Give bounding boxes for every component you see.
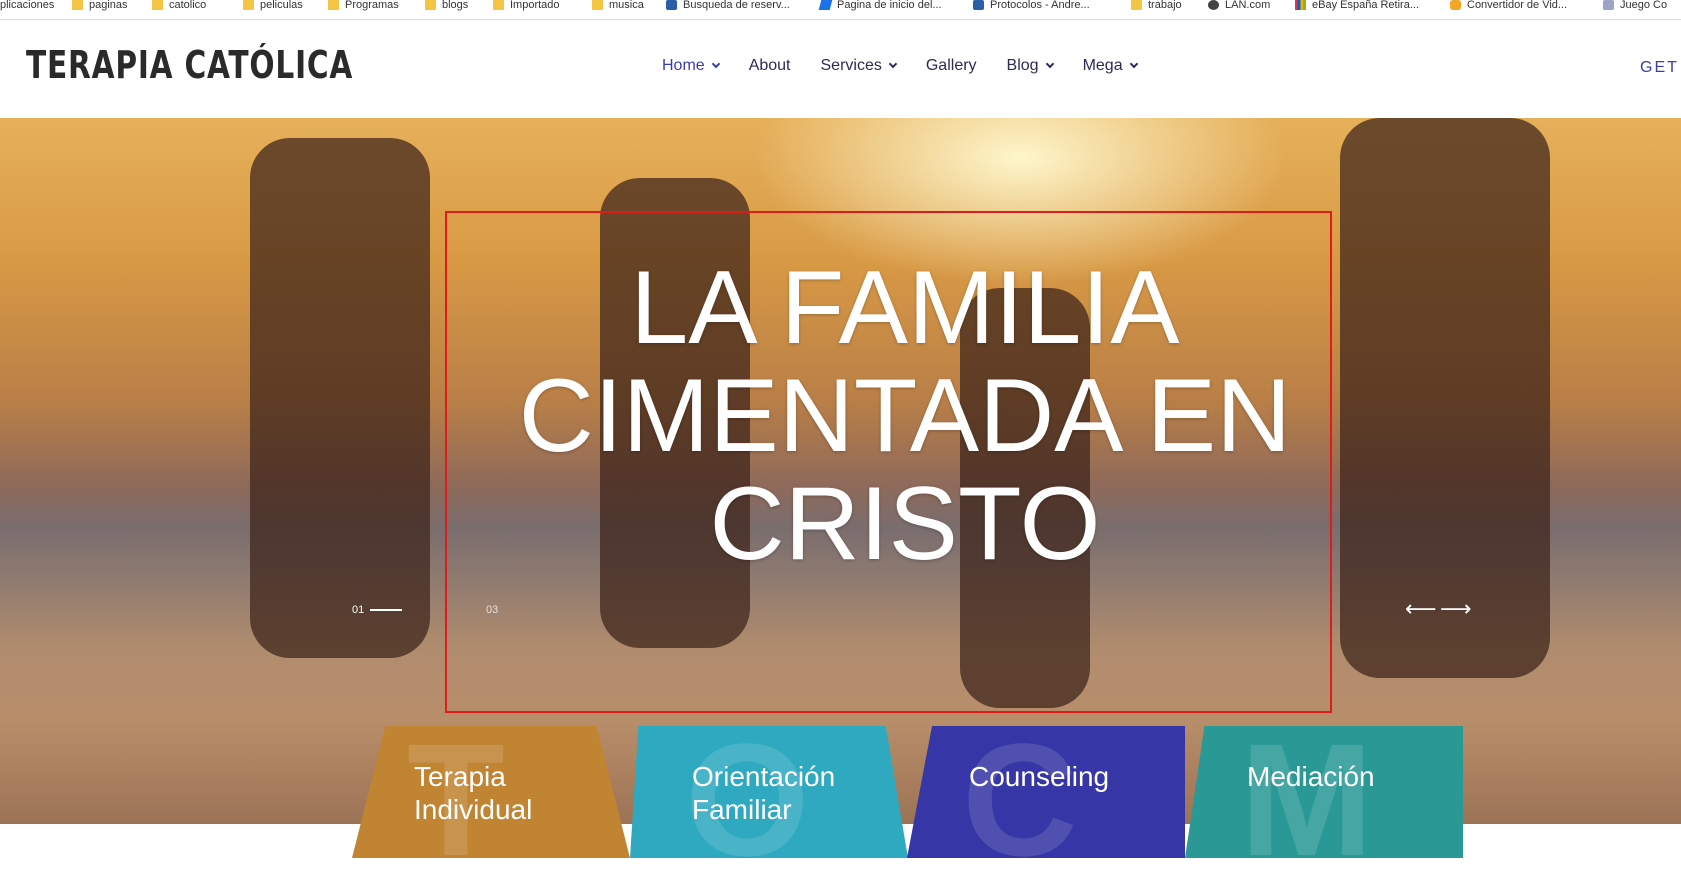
service-tab-counseling[interactable]: C Counseling — [907, 726, 1185, 858]
site-icon — [973, 0, 984, 10]
get-button[interactable]: GET — [1640, 59, 1679, 77]
site-header: TERAPIA CATÓLICA Home About Services Gal… — [0, 21, 1681, 118]
nav-home[interactable]: Home — [662, 57, 720, 75]
bookmark-juego[interactable]: Juego Co — [1603, 0, 1667, 14]
bookmark-importado[interactable]: Importado — [493, 0, 560, 14]
nav-gallery[interactable]: Gallery — [926, 57, 977, 75]
bookmark-trabajo[interactable]: trabajo — [1131, 0, 1182, 14]
bookmark-blogs[interactable]: blogs — [425, 0, 468, 14]
slide-indicator-total[interactable]: 03 — [486, 604, 498, 616]
hero-slider: LA FAMILIA CIMENTADA EN CRISTO 01 03 ⟵ ⟶ — [0, 118, 1681, 824]
service-tab-terapia-individual[interactable]: T Terapia Individual — [352, 726, 630, 858]
bookmark-apps[interactable]: plicaciones — [0, 0, 54, 14]
service-tab-mediacion[interactable]: M Mediación — [1185, 726, 1463, 858]
folder-icon — [1131, 0, 1142, 10]
converter-icon — [1450, 0, 1461, 10]
bookmark-lan[interactable]: LAN.com — [1208, 0, 1270, 14]
main-nav: Home About Services Gallery Blog Mega — [662, 57, 1167, 75]
chevron-down-icon — [888, 59, 898, 69]
prev-arrow-icon[interactable]: ⟵ — [1405, 598, 1437, 620]
nav-mega[interactable]: Mega — [1083, 57, 1138, 75]
folder-icon — [328, 0, 339, 10]
folder-icon — [243, 0, 254, 10]
bookmark-convertidor[interactable]: Convertidor de Vid... — [1450, 0, 1567, 14]
hero-figure-father — [250, 138, 430, 658]
folder-icon — [72, 0, 83, 10]
nav-blog[interactable]: Blog — [1007, 57, 1054, 75]
service-tab-label: Counseling — [969, 761, 1110, 792]
bookmark-programas[interactable]: Programas — [328, 0, 399, 14]
hero-title: LA FAMILIA CIMENTADA EN CRISTO — [440, 254, 1370, 578]
service-tab-label: Terapia Individual — [414, 761, 533, 825]
service-tab-label: Orientación Familiar — [692, 761, 836, 825]
bookmark-protocolos[interactable]: Protocolos - Andre... — [973, 0, 1090, 14]
chevron-down-icon — [1045, 59, 1054, 69]
next-arrow-icon[interactable]: ⟶ — [1440, 598, 1472, 620]
hero-title-line-3: CRISTO — [709, 466, 1101, 582]
site-logo[interactable]: TERAPIA CATÓLICA — [26, 43, 353, 87]
lan-icon — [1208, 0, 1219, 10]
service-tab-orientacion-familiar[interactable]: O Orientación Familiar — [630, 726, 908, 858]
bookmark-ebay[interactable]: eBay España Retira... — [1295, 0, 1419, 14]
chevron-down-icon — [711, 59, 720, 69]
bookmark-peliculas[interactable]: peliculas — [243, 0, 303, 14]
ebay-icon — [1295, 0, 1306, 10]
slide-progress-line — [370, 609, 403, 611]
bookmark-paginas[interactable]: paginas — [72, 0, 128, 14]
site-icon — [666, 0, 677, 10]
game-icon — [1603, 0, 1614, 10]
folder-icon — [493, 0, 504, 10]
chevron-down-icon — [1129, 59, 1138, 69]
bookmark-busqueda[interactable]: Busqueda de reserv... — [666, 0, 790, 14]
slide-indicator-current[interactable]: 01 — [352, 604, 403, 616]
bookmark-musica[interactable]: musica — [592, 0, 644, 14]
nav-about[interactable]: About — [749, 57, 791, 75]
bookmarks-bar: plicaciones paginas catolico peliculas P… — [0, 0, 1681, 20]
folder-icon — [152, 0, 163, 10]
hero-title-line-1: LA FAMILIA — [630, 250, 1180, 366]
bookmark-catolico[interactable]: catolico — [152, 0, 206, 14]
bookmark-pagina-inicio[interactable]: Pagina de inicio del... — [818, 0, 942, 14]
hero-figure-mother — [1340, 118, 1550, 678]
hero-title-line-2: CIMENTADA EN — [518, 358, 1292, 474]
paypal-icon — [818, 0, 833, 10]
folder-icon — [425, 0, 436, 10]
service-tab-label: Mediación — [1247, 761, 1375, 792]
nav-services[interactable]: Services — [821, 57, 898, 75]
folder-icon — [592, 0, 603, 10]
